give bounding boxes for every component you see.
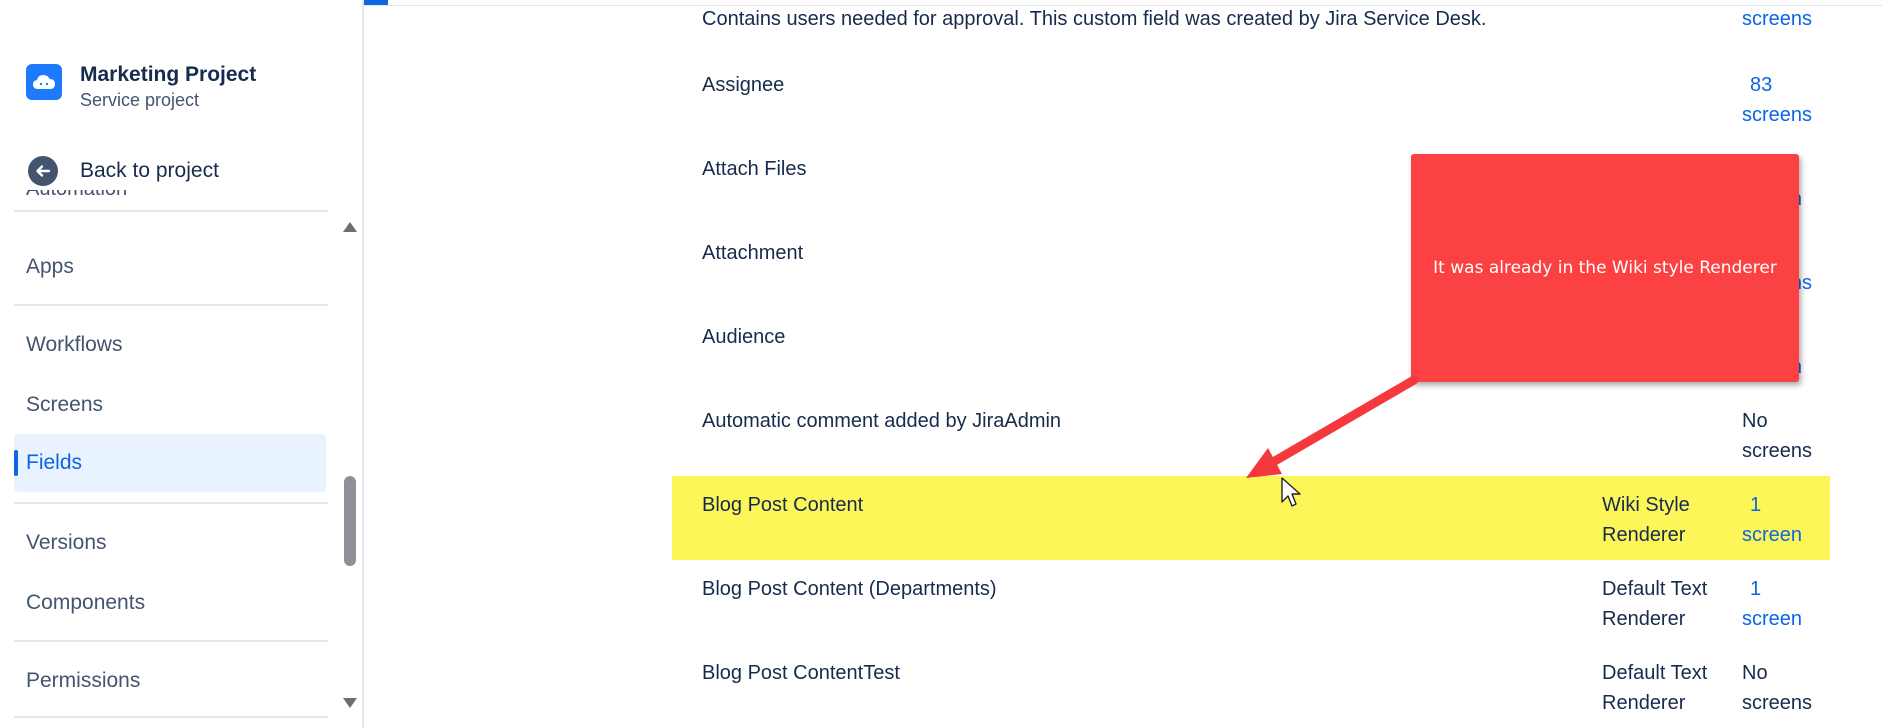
field-screens-link[interactable]: 83 screens <box>1742 70 1852 130</box>
sidebar-item-workflows[interactable]: Workflows <box>14 316 326 374</box>
field-screens-link[interactable]: 1 screen <box>1742 574 1852 634</box>
field-name: Blog Post ContentTest <box>702 662 900 684</box>
field-renderer: Default Text Renderer <box>1602 662 1708 714</box>
sidebar-item-fields[interactable]: Fields <box>14 434 326 492</box>
sidebar-item-versions[interactable]: Versions <box>14 514 326 572</box>
table-row-highlighted: Blog Post Content Wiki Style Renderer 1 … <box>672 476 1830 560</box>
table-row: Blog Post ContentTest Default Text Rende… <box>672 644 1882 728</box>
field-renderer: Default Text Renderer <box>1602 578 1708 630</box>
sidebar-item-label: Versions <box>26 531 107 554</box>
field-name: Attachment <box>702 242 804 264</box>
sidebar-item-components[interactable]: Components <box>14 574 326 632</box>
table-row: Automatic comment added by JiraAdmin No … <box>672 392 1882 476</box>
annotation-callout: It was already in the Wiki style Rendere… <box>1411 154 1799 382</box>
nav-divider <box>14 716 328 718</box>
field-screens-link[interactable]: screens <box>1742 4 1852 34</box>
back-to-project-link[interactable]: Back to project <box>28 156 219 186</box>
field-name: Automatic comment added by JiraAdmin <box>702 410 1062 432</box>
scroll-up-arrow-icon[interactable] <box>343 222 357 232</box>
table-row: Blog Post Content (Departments) Default … <box>672 560 1882 644</box>
sidebar-scrollbar-thumb[interactable] <box>344 476 356 566</box>
sidebar-item-label: Components <box>26 591 146 614</box>
sidebar-item-label: Workflows <box>26 333 123 356</box>
nav-divider <box>14 640 328 642</box>
back-label: Back to project <box>80 159 219 182</box>
field-name: Attach Files <box>702 158 807 180</box>
field-name: Audience <box>702 326 786 348</box>
project-header[interactable]: Marketing Project Service project <box>26 62 256 112</box>
project-type: Service project <box>80 90 200 110</box>
sidebar-item-label: Automation <box>26 190 127 201</box>
annotation-text: It was already in the Wiki style Rendere… <box>1433 258 1777 278</box>
sidebar-item-apps[interactable]: Apps <box>14 238 326 296</box>
sidebar-item-automation-partial[interactable]: Automation <box>26 190 226 212</box>
field-name: Blog Post Content <box>702 494 864 516</box>
nav-divider <box>14 502 328 504</box>
sidebar-item-permissions[interactable]: Permissions <box>14 652 326 710</box>
arrow-left-icon <box>28 156 58 186</box>
field-screens: No screens <box>1742 410 1813 462</box>
field-name: Blog Post Content (Departments) <box>702 578 997 600</box>
field-screens: No screens <box>1742 662 1813 714</box>
sidebar-item-label: Apps <box>26 255 74 278</box>
field-description: Contains users needed for approval. This… <box>702 8 1487 30</box>
scroll-down-arrow-icon[interactable] <box>343 698 357 708</box>
project-name: Marketing Project <box>80 63 257 86</box>
sidebar-item-label: Permissions <box>26 669 141 692</box>
field-screens-link[interactable]: 1 screen <box>1742 490 1852 550</box>
sidebar-item-label: Screens <box>26 393 104 416</box>
table-row: Assignee 83 screens <box>672 56 1882 140</box>
sidebar-item-screens[interactable]: Screens <box>14 376 326 434</box>
field-name: Assignee <box>702 74 785 96</box>
project-sidebar: Marketing Project Service project Back t… <box>0 0 364 728</box>
sidebar-item-label: Fields <box>26 451 83 474</box>
cloud-icon <box>26 64 62 100</box>
nav-divider <box>14 304 328 306</box>
field-renderer: Wiki Style Renderer <box>1602 494 1690 546</box>
